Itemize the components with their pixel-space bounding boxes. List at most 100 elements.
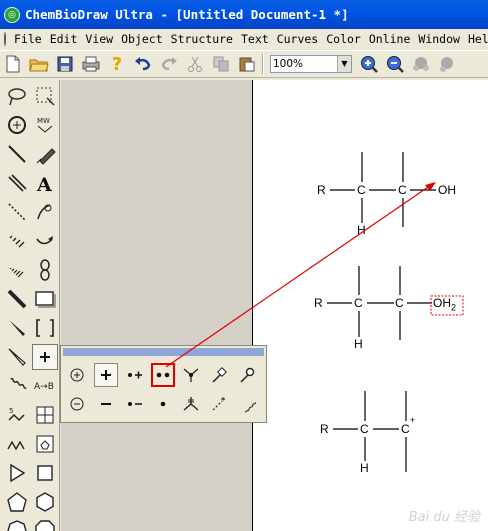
atom-query-icon[interactable] <box>235 363 259 387</box>
cut-icon[interactable] <box>182 52 208 76</box>
menu-window[interactable]: Window <box>414 32 464 46</box>
mass-fragment-icon[interactable]: MW <box>32 112 58 138</box>
hexagon-ring-icon[interactable] <box>32 489 58 515</box>
square-ring-icon[interactable] <box>32 460 58 486</box>
wavy-bond-icon[interactable] <box>4 373 30 399</box>
menu-file[interactable]: File <box>10 32 46 46</box>
model-icon[interactable] <box>408 52 434 76</box>
radical-anion-icon[interactable] <box>123 392 147 416</box>
menu-online[interactable]: Online <box>365 32 415 46</box>
eraser-icon[interactable] <box>32 141 58 167</box>
chevron-down-icon[interactable]: ▼ <box>337 56 351 72</box>
open-folder-icon[interactable] <box>26 52 52 76</box>
copy-icon[interactable] <box>208 52 234 76</box>
menu-object[interactable]: Object <box>117 32 167 46</box>
menu-text[interactable]: Text <box>237 32 273 46</box>
lasso-icon[interactable] <box>4 83 30 109</box>
svg-text:A: A <box>36 174 52 194</box>
atom-r: R <box>314 296 323 310</box>
double-bond-icon[interactable] <box>4 170 30 196</box>
dashed-bond-icon[interactable] <box>4 199 30 225</box>
reaction-arrow-icon[interactable]: A→B <box>32 373 58 399</box>
structure-three-bonds <box>333 391 407 472</box>
new-document-icon[interactable] <box>0 52 26 76</box>
oh2-label: OH <box>433 296 451 310</box>
tool-palette: MW A A→B 5 <box>0 80 60 531</box>
atom-h: H <box>354 337 363 351</box>
document-icon[interactable] <box>4 32 6 46</box>
toolbar-separator <box>262 54 264 74</box>
chain-tool-icon[interactable]: 5 <box>4 402 30 428</box>
menu-view[interactable]: View <box>81 32 117 46</box>
menu-structure[interactable]: Structure <box>167 32 237 46</box>
app-icon: ◎ <box>4 6 20 23</box>
zoom-out-icon[interactable] <box>382 52 408 76</box>
svg-text:A→B: A→B <box>34 382 54 392</box>
arrow-tool-icon[interactable] <box>32 228 58 254</box>
help-icon[interactable]: ? <box>104 52 130 76</box>
atom-r: R <box>317 183 326 197</box>
zoom-in-icon[interactable] <box>356 52 382 76</box>
model2-icon[interactable] <box>434 52 460 76</box>
radical-dot-icon[interactable] <box>151 392 175 416</box>
bold-bond-icon[interactable] <box>4 286 30 312</box>
menu-color[interactable]: Color <box>322 32 365 46</box>
squiggle-attach-icon[interactable] <box>235 392 259 416</box>
document-canvas[interactable]: R C C H OH R C C H OH2 R C C + H Bai du … <box>252 80 488 531</box>
atom-c: C <box>357 183 366 197</box>
pentagon-ring-icon[interactable] <box>4 489 30 515</box>
undo-icon[interactable] <box>130 52 156 76</box>
circle-minus-icon[interactable] <box>65 392 89 416</box>
menu-curves[interactable]: Curves <box>273 32 323 46</box>
radical-cation-icon[interactable] <box>123 363 147 387</box>
hashed-bond-icon[interactable] <box>4 228 30 254</box>
zoom-select[interactable]: 100% ▼ <box>270 55 352 73</box>
atom-c: C <box>398 183 407 197</box>
structure-two-bonds <box>327 266 432 340</box>
hashed-wedge-icon[interactable] <box>4 257 30 283</box>
circle-plus-icon[interactable] <box>65 363 89 387</box>
lone-pair-icon[interactable] <box>151 363 175 387</box>
acyclic-chain-icon[interactable] <box>4 431 30 457</box>
redo-icon[interactable] <box>156 52 182 76</box>
print-icon[interactable] <box>78 52 104 76</box>
hollow-wedge-icon[interactable] <box>4 344 30 370</box>
menu-edit[interactable]: Edit <box>46 32 82 46</box>
triangle-ring-icon[interactable] <box>4 460 30 486</box>
main-toolbar: ? 100% ▼ <box>0 50 488 78</box>
heptagon-ring-icon[interactable] <box>4 516 30 531</box>
template-icon[interactable] <box>32 431 58 457</box>
charge-tool-icon[interactable] <box>32 344 58 370</box>
wedge-bond-icon[interactable] <box>4 315 30 341</box>
drawing-element-icon[interactable] <box>32 286 58 312</box>
atom-c: C <box>401 422 410 436</box>
bracket-icon[interactable] <box>32 315 58 341</box>
atom-c: C <box>354 296 363 310</box>
menu-help[interactable]: Hel <box>464 32 488 46</box>
stereo-point-icon[interactable] <box>179 392 203 416</box>
paste-icon[interactable] <box>234 52 260 76</box>
marquee-icon[interactable] <box>32 83 58 109</box>
dashed-attach-icon[interactable]: * <box>207 392 231 416</box>
oh2-subscript: 2 <box>451 302 457 313</box>
atom-h: H <box>360 461 369 475</box>
bond-point-icon[interactable] <box>179 363 203 387</box>
rotate-icon[interactable] <box>4 112 30 138</box>
orbital-icon[interactable] <box>32 257 58 283</box>
pen-tool-icon[interactable] <box>32 199 58 225</box>
octagon-ring-icon[interactable] <box>32 516 58 531</box>
atom-oh2: OH2 <box>433 296 456 312</box>
atom-map-icon[interactable] <box>207 363 231 387</box>
flyout-drag-bar[interactable] <box>63 348 264 356</box>
minus-charge-icon[interactable] <box>94 392 118 416</box>
solid-bond-icon[interactable] <box>4 141 30 167</box>
table-icon[interactable] <box>32 402 58 428</box>
window-title: ChemBioDraw Ultra - [Untitled Document-1… <box>25 7 349 22</box>
save-icon[interactable] <box>52 52 78 76</box>
plus-charge-icon[interactable] <box>94 363 118 387</box>
text-tool-icon[interactable]: A <box>32 170 58 196</box>
menu-bar: File Edit View Object Structure Text Cur… <box>0 29 488 49</box>
atom-c: C <box>395 296 404 310</box>
atom-r: R <box>320 422 329 436</box>
atom-c: C <box>360 422 369 436</box>
